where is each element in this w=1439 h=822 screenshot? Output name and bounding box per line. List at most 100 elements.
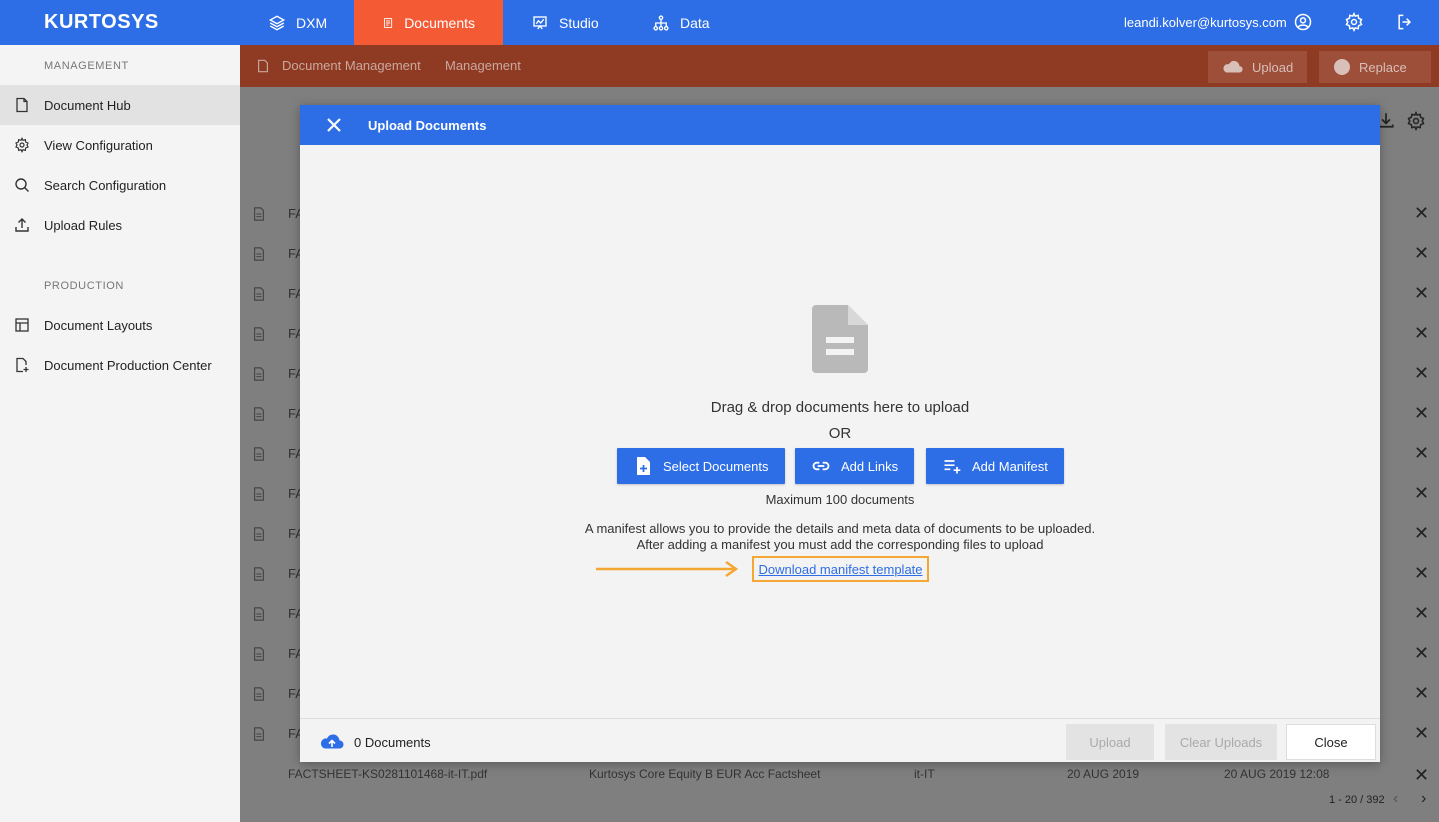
file-add-icon — [637, 457, 650, 475]
logout-icon[interactable] — [1395, 12, 1415, 32]
chevron-right-icon[interactable]: › — [1421, 790, 1426, 808]
close-dialog-button[interactable]: Close — [1286, 724, 1376, 760]
delete-row-icon[interactable]: ✕ — [1414, 603, 1429, 624]
document-icon — [384, 17, 393, 28]
sidebar-item-label: View Configuration — [44, 137, 153, 153]
clear-uploads-button[interactable]: Clear Uploads — [1165, 724, 1277, 760]
delete-row-icon[interactable]: ✕ — [1414, 363, 1429, 384]
close-icon[interactable] — [324, 115, 344, 135]
manifest-link-highlight: Download manifest template — [752, 556, 929, 582]
document-icon — [258, 59, 268, 73]
sidebar-section-production: PRODUCTION — [44, 280, 124, 292]
kurtosys-logo[interactable]: KURTOSYS — [44, 11, 159, 34]
sidebar-item-label: Document Layouts — [44, 317, 153, 333]
layout-icon — [15, 318, 29, 332]
upload-submit-button[interactable]: Upload — [1066, 724, 1154, 760]
sidebar-item-view-configuration[interactable]: View Configuration — [0, 125, 240, 165]
sidebar-item-document-hub[interactable]: Document Hub — [0, 85, 240, 125]
upload-button-label: Upload — [1252, 59, 1294, 75]
nav-tab-dxm[interactable]: DXM — [240, 0, 355, 45]
drop-zone-text: Drag & drop documents here to upload — [710, 399, 970, 416]
sidebar-item-search-configuration[interactable]: Search Configuration — [0, 165, 240, 205]
gear-icon[interactable] — [1344, 12, 1364, 32]
hierarchy-icon — [653, 14, 669, 31]
add-links-label: Add Links — [841, 458, 899, 474]
delete-row-icon[interactable]: ✕ — [1414, 243, 1429, 264]
sidebar-item-upload-rules[interactable]: Upload Rules — [0, 205, 240, 245]
documents-count: 0 Documents — [354, 735, 431, 750]
document-icon — [254, 487, 264, 501]
delete-row-icon[interactable]: ✕ — [1414, 443, 1429, 464]
table-cell-locale: it-IT — [914, 767, 935, 781]
document-icon — [16, 97, 28, 113]
dialog-title: Upload Documents — [368, 118, 487, 133]
delete-row-icon[interactable]: ✕ — [1414, 765, 1429, 786]
document-icon — [254, 647, 264, 661]
upload-icon — [15, 218, 29, 232]
delete-row-icon[interactable]: ✕ — [1414, 283, 1429, 304]
delete-row-icon[interactable]: ✕ — [1414, 323, 1429, 344]
delete-row-icon[interactable]: ✕ — [1414, 523, 1429, 544]
upload-documents-dialog: Upload Documents Drag & drop documents h… — [300, 105, 1380, 762]
sidebar-item-document-production-center[interactable]: Document Production Center — [0, 345, 240, 385]
replace-button[interactable]: Replace — [1319, 51, 1431, 83]
arrow-right-icon — [596, 560, 739, 578]
sidebar: MANAGEMENT Document Hub View Configurati… — [0, 45, 240, 822]
replace-button-label: Replace — [1359, 59, 1407, 75]
nav-tab-documents[interactable]: Documents — [354, 0, 503, 45]
user-account-icon[interactable] — [1293, 12, 1313, 32]
document-icon — [254, 527, 264, 541]
download-manifest-template-link[interactable]: Download manifest template — [758, 562, 922, 577]
document-icon — [254, 207, 264, 221]
sidebar-item-label: Search Configuration — [44, 177, 167, 193]
upload-button[interactable]: Upload — [1208, 51, 1308, 83]
sidebar-item-label: Document Production Center — [44, 357, 212, 373]
document-icon — [254, 607, 264, 621]
user-email[interactable]: leandi.kolver@kurtosys.com — [1124, 15, 1287, 30]
search-icon — [15, 178, 29, 192]
document-icon — [254, 247, 264, 261]
manifest-description-line: A manifest allows you to provide the det… — [584, 521, 1096, 536]
gear-icon — [15, 137, 29, 153]
layers-icon — [268, 14, 286, 31]
document-icon — [254, 287, 264, 301]
document-add-icon — [16, 357, 29, 373]
delete-row-icon[interactable]: ✕ — [1414, 683, 1429, 704]
select-documents-button[interactable]: Select Documents — [617, 448, 785, 484]
document-icon — [254, 327, 264, 341]
delete-row-icon[interactable]: ✕ — [1414, 563, 1429, 584]
document-icon — [254, 367, 264, 381]
table-cell-date: 20 AUG 2019 — [1067, 767, 1140, 781]
add-manifest-button[interactable]: Add Manifest — [926, 448, 1064, 484]
playlist-add-icon — [944, 460, 961, 474]
delete-row-icon[interactable]: ✕ — [1414, 403, 1429, 424]
pagination-info: 1 - 20 / 392 — [1329, 794, 1385, 806]
max-documents-text: Maximum 100 documents — [765, 492, 915, 507]
replace-icon — [1334, 59, 1350, 75]
link-icon — [812, 461, 830, 471]
dialog-header: Upload Documents — [300, 105, 1380, 145]
table-cell-filename[interactable]: FACTSHEET-KS0281101468-it-IT.pdf — [288, 767, 487, 781]
breadcrumb-item[interactable]: Document Management — [282, 58, 421, 73]
delete-row-icon[interactable]: ✕ — [1414, 483, 1429, 504]
breadcrumb-item[interactable]: Management — [445, 58, 521, 73]
add-links-button[interactable]: Add Links — [795, 448, 915, 484]
nav-tab-data[interactable]: Data — [624, 0, 738, 45]
manifest-description: A manifest allows you to provide the det… — [300, 521, 1380, 553]
document-icon — [254, 567, 264, 581]
manifest-description-line: After adding a manifest you must add the… — [636, 537, 1044, 552]
delete-row-icon[interactable]: ✕ — [1414, 723, 1429, 744]
sidebar-item-document-layouts[interactable]: Document Layouts — [0, 305, 240, 345]
table-cell-modified: 20 AUG 2019 12:08 — [1224, 767, 1330, 781]
gear-icon[interactable] — [1406, 111, 1426, 131]
delete-row-icon[interactable]: ✕ — [1414, 203, 1429, 224]
document-icon — [254, 687, 264, 701]
dialog-footer: 0 Documents Upload Clear Uploads Close — [300, 718, 1380, 762]
document-icon — [254, 447, 264, 461]
nav-tab-label: DXM — [296, 14, 328, 31]
breadcrumb-bar: Document Management Management Upload Re… — [240, 45, 1439, 87]
table-cell-title: Kurtosys Core Equity B EUR Acc Factsheet — [589, 767, 821, 781]
delete-row-icon[interactable]: ✕ — [1414, 643, 1429, 664]
chevron-left-icon[interactable]: ‹ — [1393, 790, 1398, 808]
nav-tab-studio[interactable]: Studio — [503, 0, 627, 45]
